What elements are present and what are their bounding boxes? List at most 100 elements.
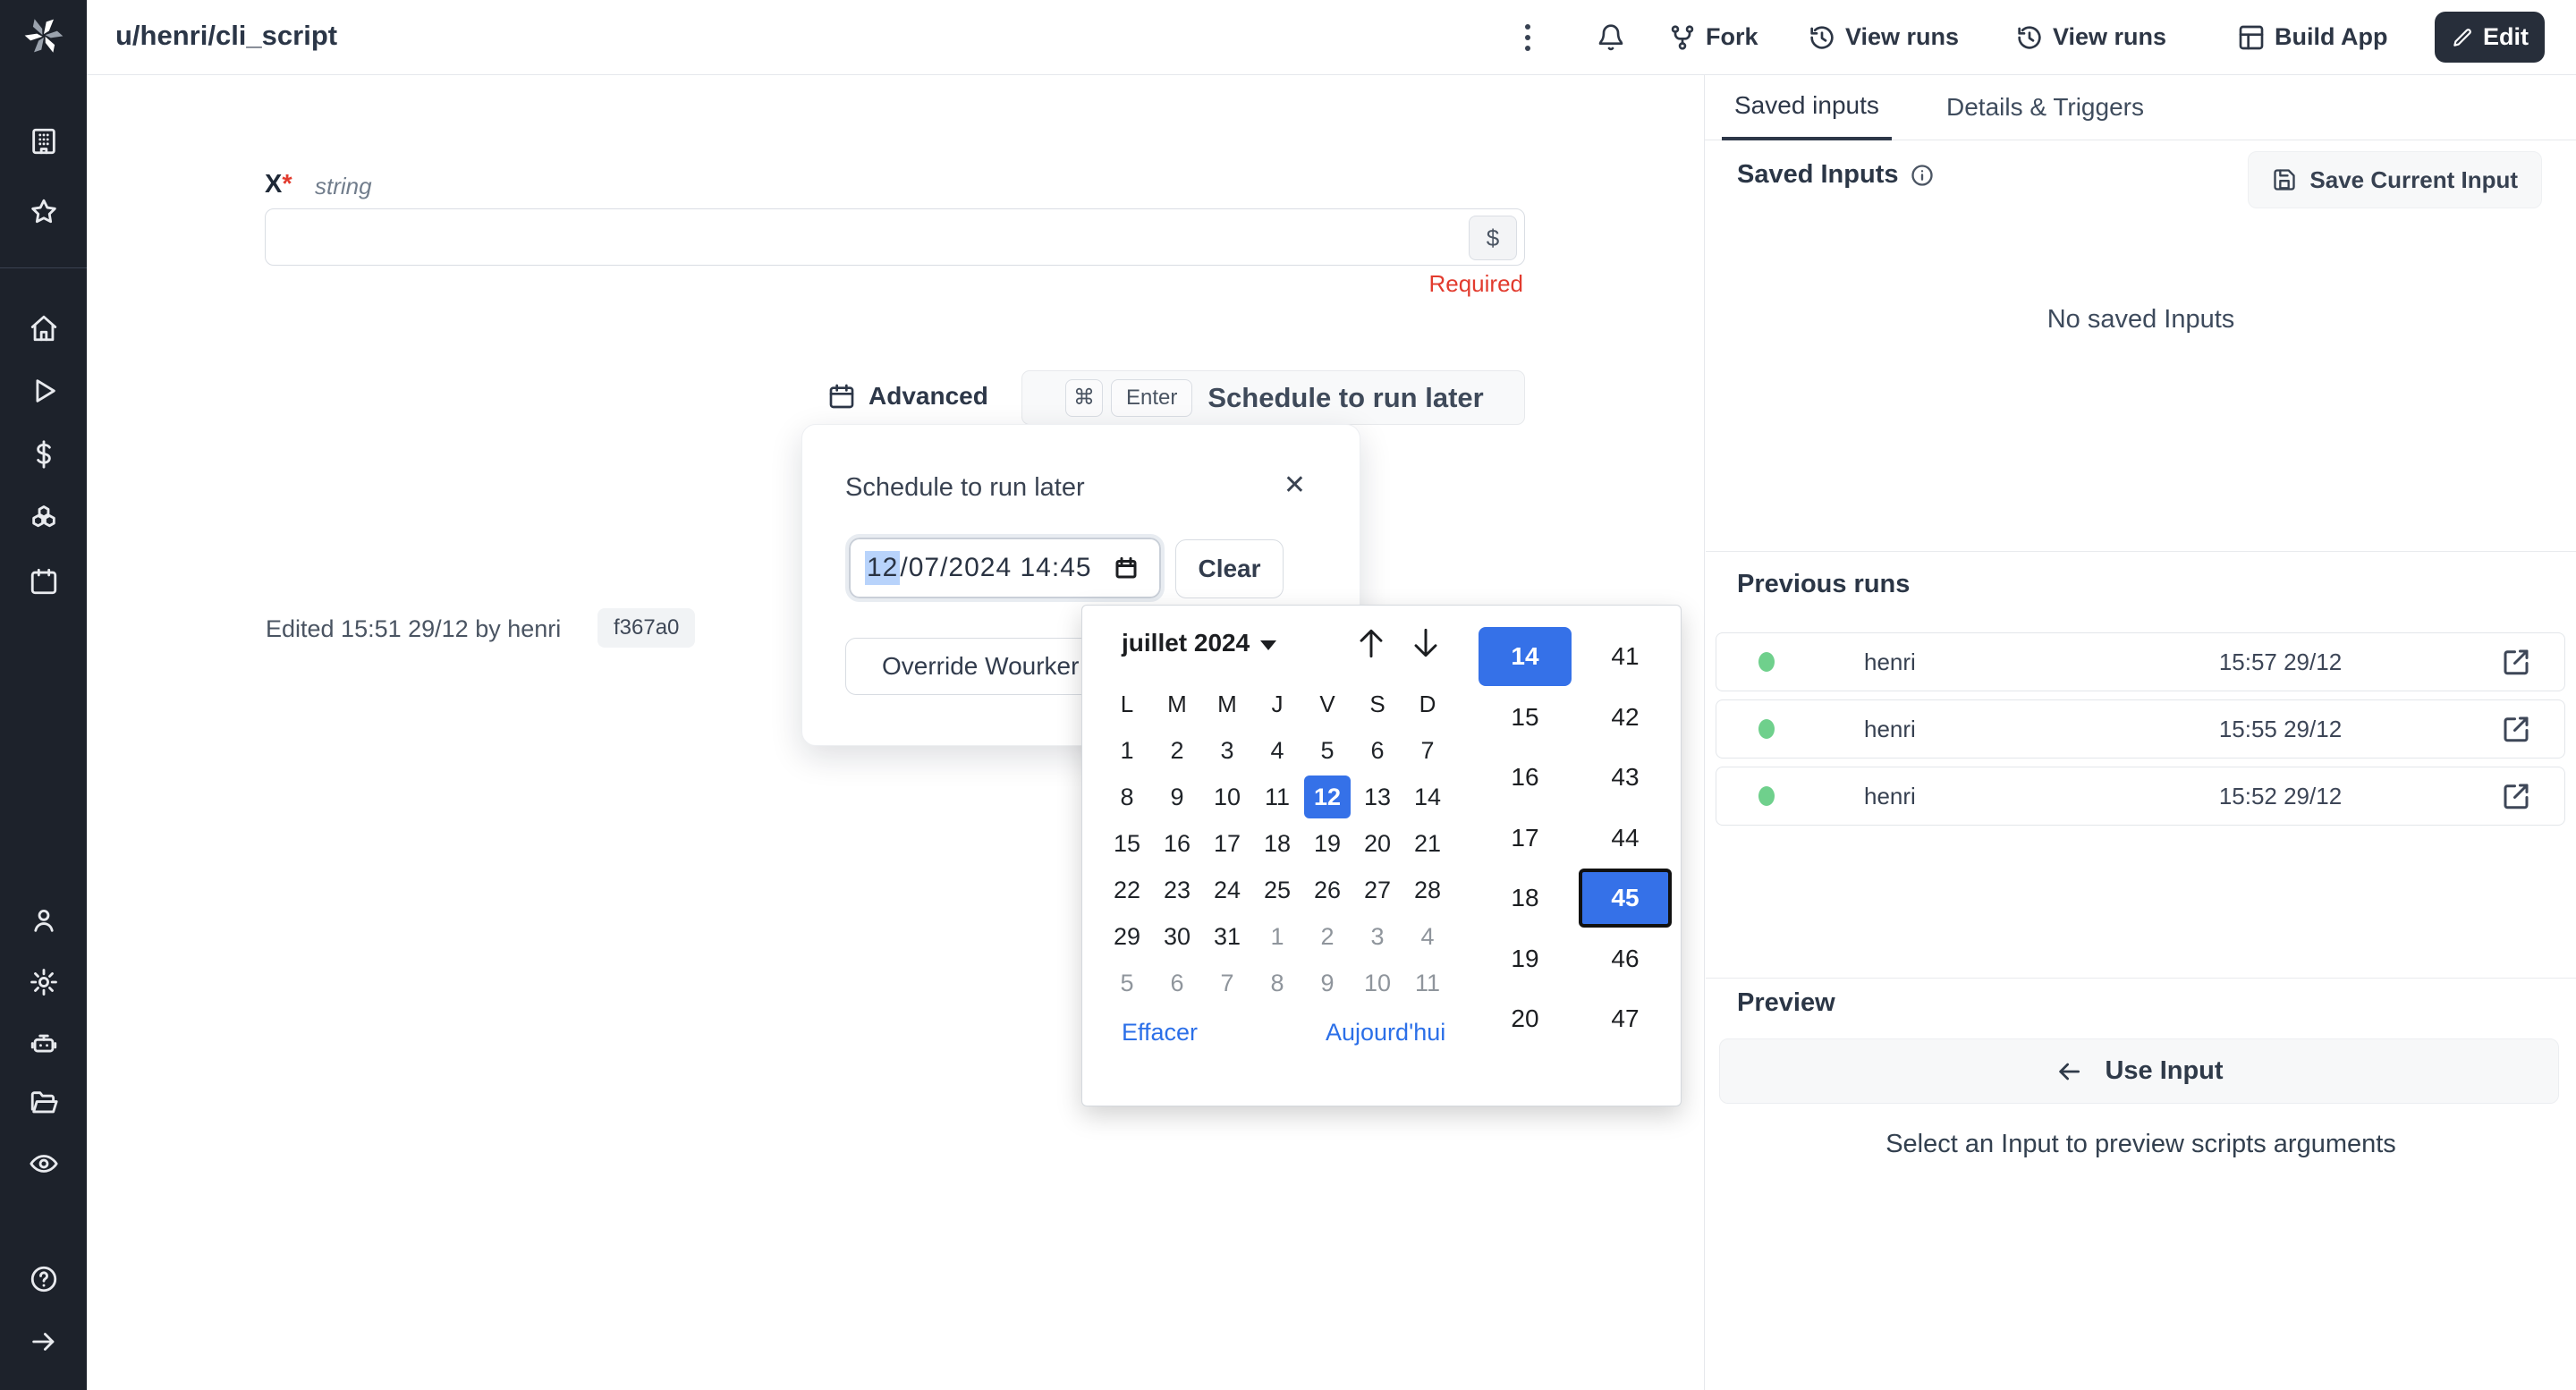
- day-cell[interactable]: 29: [1102, 913, 1152, 960]
- more-options-kebab-icon[interactable]: [1525, 0, 1530, 74]
- day-cell-next-month[interactable]: 6: [1152, 960, 1202, 1006]
- clear-button[interactable]: Clear: [1175, 539, 1284, 598]
- windmill-logo-icon[interactable]: [0, 16, 87, 55]
- minute-option[interactable]: 42: [1579, 688, 1672, 747]
- info-icon[interactable]: [1910, 163, 1935, 188]
- day-cell[interactable]: 3: [1202, 727, 1252, 774]
- hour-option[interactable]: 20: [1479, 989, 1572, 1048]
- save-current-input-button[interactable]: Save Current Input: [2248, 151, 2542, 208]
- datetime-input[interactable]: 12/07/2024 14:45: [849, 538, 1161, 598]
- help-question-icon[interactable]: [0, 1264, 87, 1294]
- resources-cubes-icon[interactable]: [0, 504, 87, 534]
- hour-option[interactable]: 19: [1479, 929, 1572, 988]
- datepicker-clear-link[interactable]: Effacer: [1122, 1019, 1198, 1047]
- day-cell[interactable]: 17: [1202, 820, 1252, 867]
- day-cell[interactable]: 21: [1402, 820, 1453, 867]
- minute-option-selected[interactable]: 45: [1579, 869, 1672, 928]
- view-runs-button-1[interactable]: View runs: [1808, 0, 1959, 74]
- day-cell[interactable]: 6: [1352, 727, 1402, 774]
- tab-details-triggers[interactable]: Details & Triggers: [1934, 74, 2157, 140]
- day-cell-next-month[interactable]: 8: [1252, 960, 1302, 1006]
- minute-option[interactable]: 46: [1579, 929, 1672, 988]
- run-row[interactable]: henri 15:57 29/12: [1716, 632, 2565, 691]
- hour-option[interactable]: 18: [1479, 869, 1572, 928]
- minute-option[interactable]: 47: [1579, 989, 1672, 1048]
- day-cell-next-month[interactable]: 10: [1352, 960, 1402, 1006]
- minute-option[interactable]: 44: [1579, 809, 1672, 868]
- run-row[interactable]: henri 15:55 29/12: [1716, 699, 2565, 759]
- variables-dollar-icon[interactable]: [0, 439, 87, 470]
- next-month-arrow-down-icon[interactable]: [1406, 623, 1445, 663]
- day-cell[interactable]: 9: [1152, 774, 1202, 820]
- users-person-icon[interactable]: [0, 905, 87, 936]
- day-cell[interactable]: 8: [1102, 774, 1152, 820]
- hour-option[interactable]: 16: [1479, 748, 1572, 807]
- minute-option[interactable]: 41: [1579, 627, 1672, 686]
- day-cell-next-month[interactable]: 2: [1302, 913, 1352, 960]
- day-cell-next-month[interactable]: 1: [1252, 913, 1302, 960]
- version-hash-badge[interactable]: f367a0: [597, 608, 695, 648]
- workspace-building-icon[interactable]: [0, 126, 87, 157]
- advanced-button[interactable]: Advanced: [827, 382, 988, 411]
- day-cell[interactable]: 19: [1302, 820, 1352, 867]
- hour-option-selected[interactable]: 14: [1479, 627, 1572, 686]
- view-runs-button-2[interactable]: View runs: [2015, 0, 2166, 74]
- month-year-dropdown[interactable]: juillet 2024: [1122, 629, 1276, 657]
- tab-saved-inputs[interactable]: Saved inputs: [1722, 74, 1892, 140]
- hour-option[interactable]: 17: [1479, 809, 1572, 868]
- use-input-button[interactable]: Use Input: [1719, 1038, 2559, 1104]
- day-cell[interactable]: 2: [1152, 727, 1202, 774]
- variable-picker-button[interactable]: $: [1469, 216, 1517, 260]
- runs-play-icon[interactable]: [0, 376, 87, 406]
- external-link-icon[interactable]: [2500, 713, 2532, 745]
- external-link-icon[interactable]: [2500, 646, 2532, 678]
- day-cell[interactable]: 26: [1302, 867, 1352, 913]
- day-cell[interactable]: 7: [1402, 727, 1453, 774]
- build-app-button[interactable]: Build App: [2237, 0, 2387, 74]
- day-cell[interactable]: 25: [1252, 867, 1302, 913]
- folders-icon[interactable]: [0, 1088, 87, 1118]
- home-icon[interactable]: [0, 313, 87, 343]
- external-link-icon[interactable]: [2500, 780, 2532, 812]
- minute-option[interactable]: 43: [1579, 748, 1672, 807]
- day-cell-next-month[interactable]: 4: [1402, 913, 1453, 960]
- day-cell[interactable]: 5: [1302, 727, 1352, 774]
- audit-eye-icon[interactable]: [0, 1148, 87, 1179]
- day-cell-next-month[interactable]: 11: [1402, 960, 1453, 1006]
- day-cell[interactable]: 4: [1252, 727, 1302, 774]
- notifications-bell-icon[interactable]: [1597, 0, 1625, 74]
- day-cell[interactable]: 28: [1402, 867, 1453, 913]
- day-cell[interactable]: 30: [1152, 913, 1202, 960]
- day-cell[interactable]: 15: [1102, 820, 1152, 867]
- day-cell[interactable]: 24: [1202, 867, 1252, 913]
- day-cell[interactable]: 23: [1152, 867, 1202, 913]
- schedules-calendar-icon[interactable]: [0, 566, 87, 597]
- x-string-input[interactable]: $: [265, 208, 1525, 266]
- day-cell[interactable]: 1: [1102, 727, 1152, 774]
- day-cell[interactable]: 14: [1402, 774, 1453, 820]
- day-cell[interactable]: 27: [1352, 867, 1402, 913]
- schedule-to-run-later-button[interactable]: ⌘ Enter Schedule to run later: [1021, 370, 1525, 425]
- edit-button[interactable]: Edit: [2435, 12, 2545, 63]
- day-cell[interactable]: 18: [1252, 820, 1302, 867]
- day-cell-selected[interactable]: 12: [1304, 776, 1351, 818]
- run-row[interactable]: henri 15:52 29/12: [1716, 767, 2565, 826]
- day-cell-next-month[interactable]: 7: [1202, 960, 1252, 1006]
- day-cell-next-month[interactable]: 3: [1352, 913, 1402, 960]
- hour-option[interactable]: 15: [1479, 688, 1572, 747]
- day-cell[interactable]: 20: [1352, 820, 1402, 867]
- collapse-arrow-right-icon[interactable]: [0, 1326, 87, 1357]
- day-cell[interactable]: 13: [1352, 774, 1402, 820]
- previous-month-arrow-up-icon[interactable]: [1352, 623, 1391, 663]
- settings-gear-icon[interactable]: [0, 967, 87, 997]
- datetime-rest-segment[interactable]: /07/2024 14:45: [900, 553, 1091, 583]
- calendar-picker-icon[interactable]: [1113, 555, 1140, 581]
- workers-robot-icon[interactable]: [0, 1030, 87, 1060]
- close-icon[interactable]: ✕: [1284, 470, 1306, 501]
- day-cell[interactable]: 22: [1102, 867, 1152, 913]
- favorites-star-icon[interactable]: [0, 197, 87, 227]
- datepicker-today-link[interactable]: Aujourd'hui: [1326, 1019, 1445, 1047]
- day-cell[interactable]: 10: [1202, 774, 1252, 820]
- day-cell[interactable]: 31: [1202, 913, 1252, 960]
- day-cell[interactable]: 16: [1152, 820, 1202, 867]
